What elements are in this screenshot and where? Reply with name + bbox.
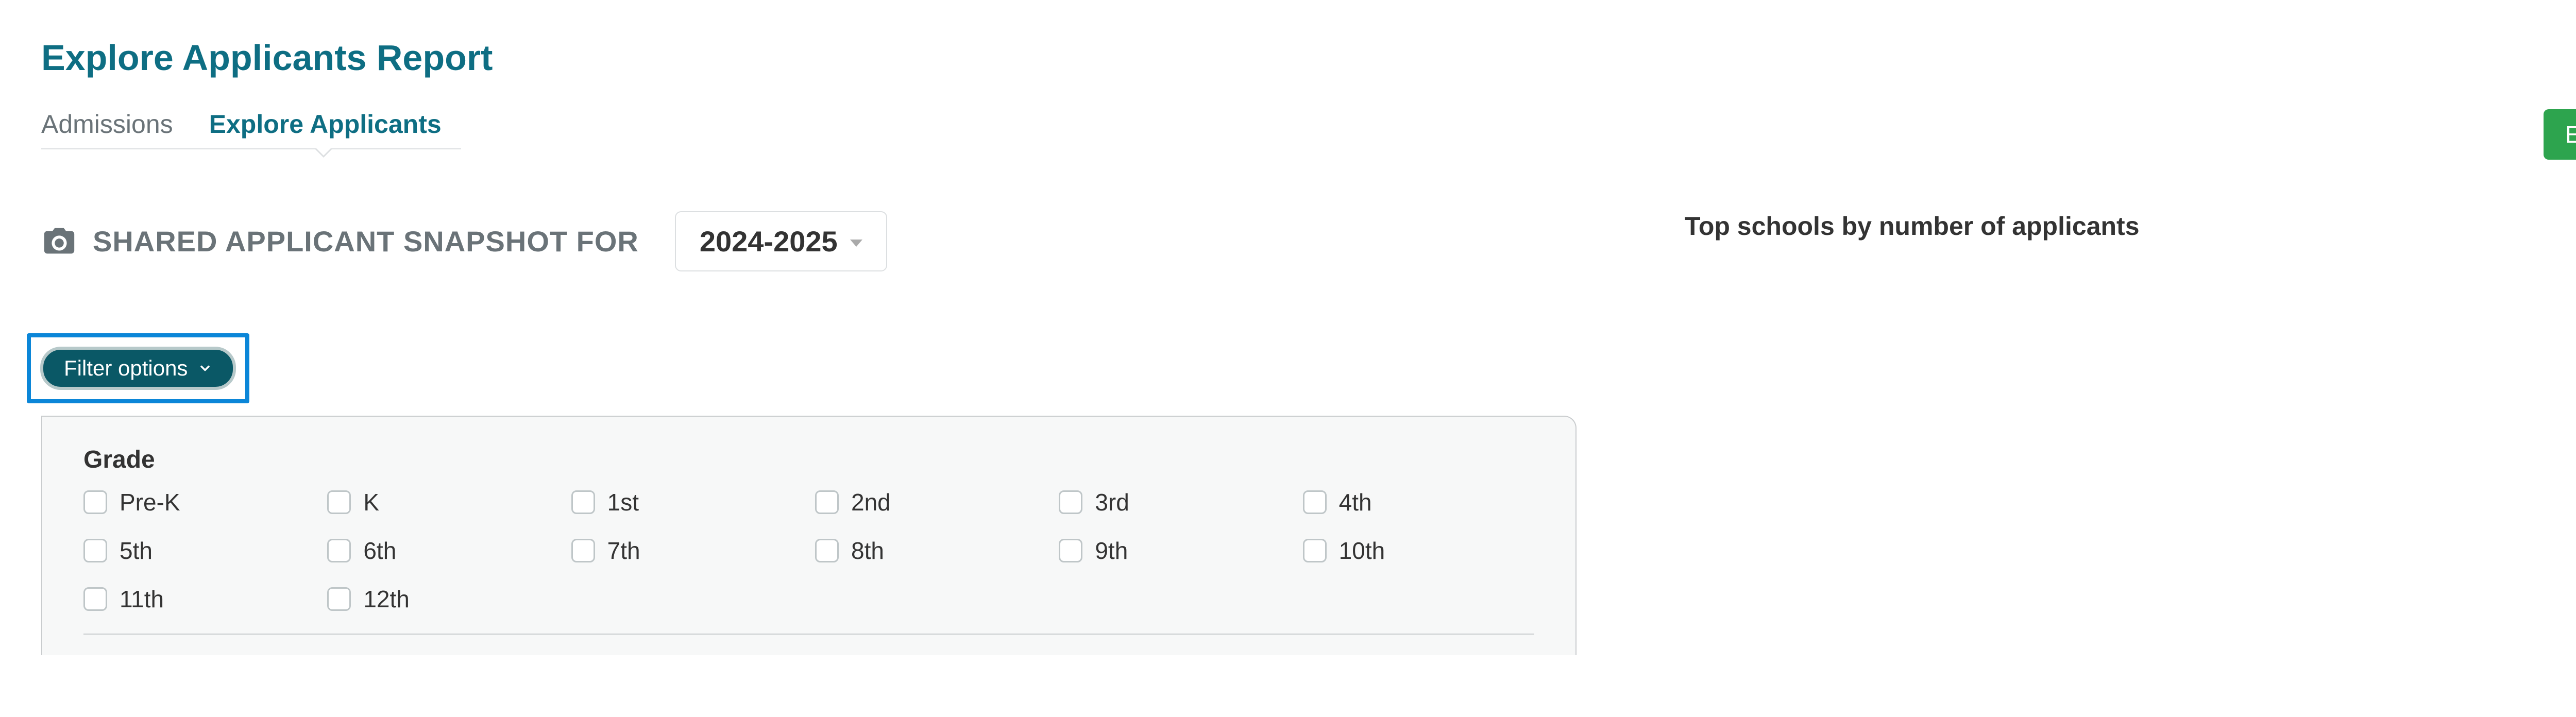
checkbox-icon [83,587,107,611]
checkbox-icon [1059,539,1082,562]
grade-label: 9th [1095,537,1128,565]
grade-label: 8th [851,537,884,565]
tab-explore-label: Explore Applicants [209,110,442,139]
tab-admissions[interactable]: Admissions [41,109,173,148]
year-select[interactable]: 2024-2025 [675,211,887,271]
grade-checkbox-6th[interactable]: 6th [327,537,558,565]
chevron-down-icon [198,361,212,375]
grade-checkbox-5th[interactable]: 5th [83,537,315,565]
checkbox-icon [815,490,839,514]
checkbox-icon [571,539,595,562]
grade-label: K [363,488,379,516]
checkbox-icon [1303,490,1327,514]
checkbox-icon [815,539,839,562]
tabs: Admissions Explore Applicants [41,109,461,149]
grade-checkbox-k[interactable]: K [327,488,558,516]
grade-grid: Pre-K K 1st 2nd 3rd 4th 5th 6th 7th 8th 9th 10th 11t… [83,488,1534,613]
grade-checkbox-pre-k[interactable]: Pre-K [83,488,315,516]
year-select-value: 2024-2025 [700,225,838,258]
tab-explore-applicants[interactable]: Explore Applicants [209,109,442,148]
grade-label: 6th [363,537,396,565]
checkbox-icon [327,539,351,562]
grade-checkbox-12th[interactable]: 12th [327,585,558,613]
grade-label: Pre-K [120,488,180,516]
checkbox-icon [1303,539,1327,562]
grade-label: 1st [607,488,639,516]
grade-label: 10th [1339,537,1385,565]
checkbox-icon [83,539,107,562]
panel-divider [83,634,1534,635]
grade-checkbox-9th[interactable]: 9th [1059,537,1290,565]
checkbox-icon [571,490,595,514]
grade-checkbox-8th[interactable]: 8th [815,537,1046,565]
snapshot-title: SHARED APPLICANT SNAPSHOT FOR [93,225,639,258]
grade-label: 4th [1339,488,1372,516]
grade-checkbox-7th[interactable]: 7th [571,537,803,565]
grade-label: 11th [120,585,164,613]
filter-panel: Grade Pre-K K 1st 2nd 3rd 4th 5th 6th 7th 8th 9th 1… [41,416,1577,655]
top-schools-title: Top schools by number of applicants [1685,211,2140,241]
caret-down-icon [850,240,862,247]
page-title: Explore Applicants Report [41,37,2576,78]
grade-checkbox-1st[interactable]: 1st [571,488,803,516]
export-label: Export [2565,121,2576,148]
grade-checkbox-3rd[interactable]: 3rd [1059,488,1290,516]
grade-checkbox-2nd[interactable]: 2nd [815,488,1046,516]
filter-grade-label: Grade [83,446,1534,474]
checkbox-icon [1059,490,1082,514]
grade-label: 12th [363,585,410,613]
grade-checkbox-10th[interactable]: 10th [1303,537,1534,565]
grade-label: 5th [120,537,152,565]
camera-icon [41,224,77,260]
grade-label: 2nd [851,488,891,516]
filter-options-label: Filter options [64,356,188,381]
filter-button-highlight: Filter options [27,333,249,403]
checkbox-icon [327,490,351,514]
tab-active-indicator-icon [314,148,333,158]
filter-options-button[interactable]: Filter options [40,347,236,390]
grade-checkbox-4th[interactable]: 4th [1303,488,1534,516]
export-button[interactable]: Export [2544,109,2576,160]
grade-label: 7th [607,537,640,565]
grade-checkbox-11th[interactable]: 11th [83,585,315,613]
checkbox-icon [327,587,351,611]
grade-label: 3rd [1095,488,1129,516]
checkbox-icon [83,490,107,514]
